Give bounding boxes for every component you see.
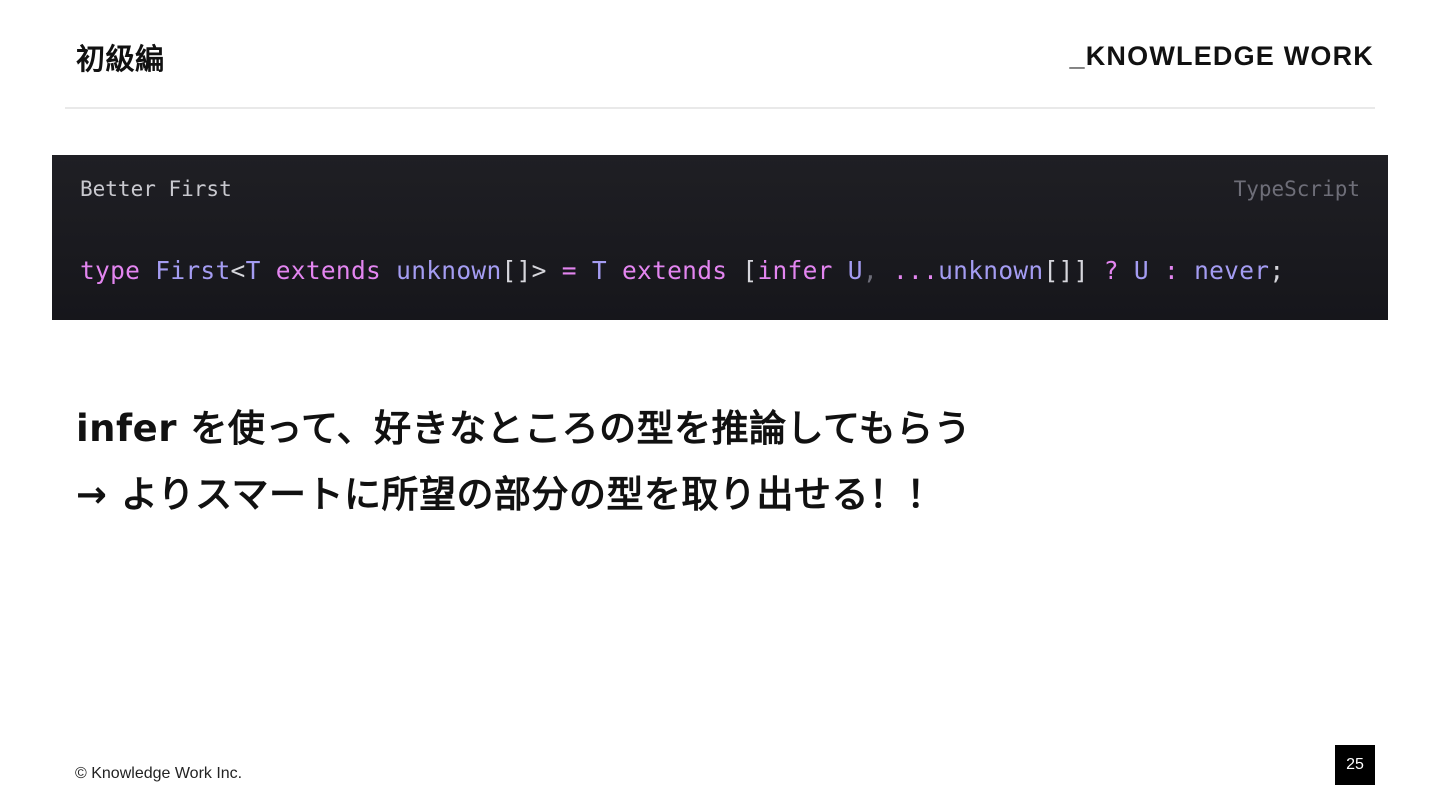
code-token: < [230, 256, 246, 285]
code-token: T [591, 256, 607, 285]
code-token: ; [1269, 256, 1285, 285]
code-language-label: TypeScript [1233, 177, 1360, 201]
code-token: type [80, 256, 141, 285]
page-number: 25 [1335, 745, 1375, 785]
code-token: : [1163, 256, 1180, 285]
code-token: []] [1043, 256, 1089, 285]
brand-logo: _KNOWLEDGE WORK [1069, 41, 1374, 71]
code-token: unknown [938, 256, 1044, 285]
code-token: never [1194, 256, 1270, 285]
code-token: extends [621, 256, 728, 285]
code-token: extends [275, 256, 382, 285]
code-token: infer [757, 256, 833, 285]
code-caption: Better First [80, 177, 232, 201]
code-token: , [862, 256, 878, 285]
code-token: unknown [396, 256, 502, 285]
body-text-line-2: → よりスマートに所望の部分の型を取り出せる！！ [76, 473, 945, 516]
code-token: U [1133, 256, 1149, 285]
code-token: ... [892, 256, 939, 285]
code-token: T [245, 256, 261, 285]
slide-title: 初級編 [76, 42, 165, 76]
code-token: U [847, 256, 863, 285]
code-token: = [561, 256, 577, 285]
header-divider [65, 107, 1375, 109]
code-line: type First<T extends unknown[]> = T exte… [80, 256, 1284, 286]
body-text-line-1: infer を使って、好きなところの型を推論してもらう [76, 407, 972, 450]
code-block: Better First TypeScript type First<T ext… [52, 155, 1388, 320]
code-token: ? [1103, 256, 1119, 285]
code-token: []> [501, 256, 547, 285]
code-token: First [155, 256, 231, 285]
code-token: [ [742, 256, 758, 285]
copyright-text: © Knowledge Work Inc. [75, 765, 243, 782]
